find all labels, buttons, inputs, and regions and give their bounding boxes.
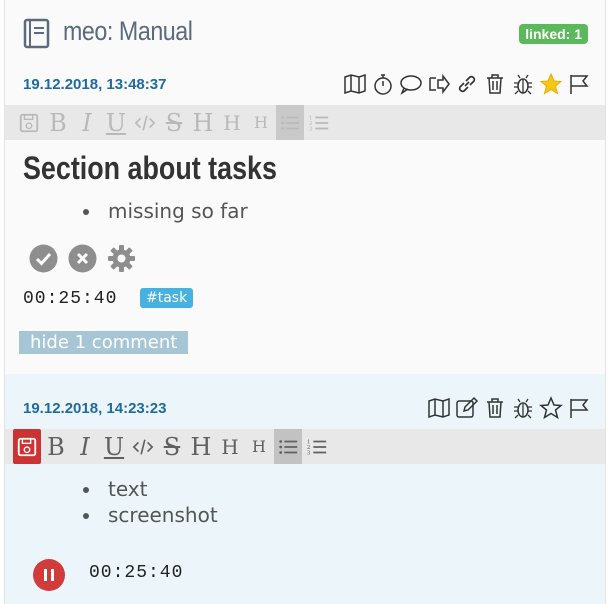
heading1-button[interactable]: H <box>187 429 215 464</box>
hide-comments-button[interactable]: hide 1 comment <box>19 331 189 354</box>
svg-text:3: 3 <box>307 450 311 456</box>
list-item: text <box>102 476 218 502</box>
comment-editor-toolbar: B I U S H H H 123 <box>5 429 605 464</box>
page-title: meo: Manual <box>63 16 193 46</box>
comment-icon[interactable] <box>399 72 423 96</box>
entry-header: meo: Manual linked: 1 <box>5 0 605 70</box>
strikethrough-button[interactable]: S <box>158 429 186 464</box>
flag-icon[interactable] <box>567 72 591 96</box>
list-item: missing so far <box>102 198 248 224</box>
numbered-list-icon[interactable]: 123 <box>305 105 333 140</box>
comment-meta-row: 19.12.2018, 14:23:23 <box>5 394 605 424</box>
comment-actions <box>427 396 591 420</box>
comment-datetime: 19.12.2018, 14:23:23 <box>23 400 167 417</box>
linked-badge[interactable]: linked: 1 <box>519 24 588 44</box>
bold-button[interactable]: B <box>44 105 72 140</box>
heading2-button[interactable]: H <box>216 429 244 464</box>
bullet-list-icon[interactable] <box>276 105 304 140</box>
content-heading: Section about tasks <box>23 150 277 186</box>
star-icon[interactable] <box>539 72 563 96</box>
pause-button[interactable] <box>33 559 65 591</box>
gear-icon[interactable] <box>107 244 136 273</box>
tag-badge[interactable]: #task <box>140 288 194 308</box>
underline-button[interactable]: U <box>100 429 128 464</box>
edit-icon[interactable] <box>455 396 479 420</box>
stopwatch-icon[interactable] <box>371 72 395 96</box>
list-item: screenshot <box>102 502 218 528</box>
strikethrough-button[interactable]: S <box>160 105 188 140</box>
numbered-list-icon[interactable]: 123 <box>303 429 331 464</box>
comment-timer: 00:25:40 <box>89 563 184 583</box>
share-icon[interactable] <box>427 72 451 96</box>
bold-button[interactable]: B <box>42 429 70 464</box>
entry-actions <box>343 72 591 96</box>
save-icon[interactable] <box>15 105 43 140</box>
task-controls <box>29 244 136 273</box>
bullet-list-icon[interactable] <box>274 429 302 464</box>
comment-card: 19.12.2018, 14:23:23 B I U S H H H 123 •… <box>5 374 605 604</box>
heading3-button[interactable]: H <box>247 105 275 140</box>
bug-icon[interactable] <box>511 396 535 420</box>
italic-button[interactable]: I <box>71 429 99 464</box>
underline-button[interactable]: U <box>102 105 130 140</box>
editor-toolbar: B I U S H H H 123 <box>5 105 605 140</box>
star-outline-icon[interactable] <box>539 396 563 420</box>
pause-icon <box>44 569 47 581</box>
entry-datetime: 19.12.2018, 13:48:37 <box>23 76 167 93</box>
heading3-button[interactable]: H <box>245 429 273 464</box>
bug-icon[interactable] <box>511 72 535 96</box>
trash-icon[interactable] <box>483 396 507 420</box>
code-icon[interactable] <box>129 429 157 464</box>
svg-text:3: 3 <box>309 126 313 132</box>
entry-meta-row: 19.12.2018, 13:48:37 <box>5 70 605 100</box>
heading2-button[interactable]: H <box>218 105 246 140</box>
save-icon[interactable] <box>13 429 41 464</box>
book-icon <box>23 18 50 49</box>
flag-icon[interactable] <box>567 396 591 420</box>
check-icon[interactable] <box>29 244 58 273</box>
map-icon[interactable] <box>427 396 451 420</box>
italic-button[interactable]: I <box>73 105 101 140</box>
code-icon[interactable] <box>131 105 159 140</box>
entry-card: meo: Manual linked: 1 19.12.2018, 13:48:… <box>4 0 606 604</box>
trash-icon[interactable] <box>483 72 507 96</box>
comment-list: text screenshot <box>5 476 218 528</box>
link-icon[interactable] <box>455 72 479 96</box>
heading1-button[interactable]: H <box>189 105 217 140</box>
entry-timer: 00:25:40 <box>23 289 118 309</box>
cancel-icon[interactable] <box>68 244 97 273</box>
content-list: missing so far <box>5 198 248 224</box>
map-icon[interactable] <box>343 72 367 96</box>
